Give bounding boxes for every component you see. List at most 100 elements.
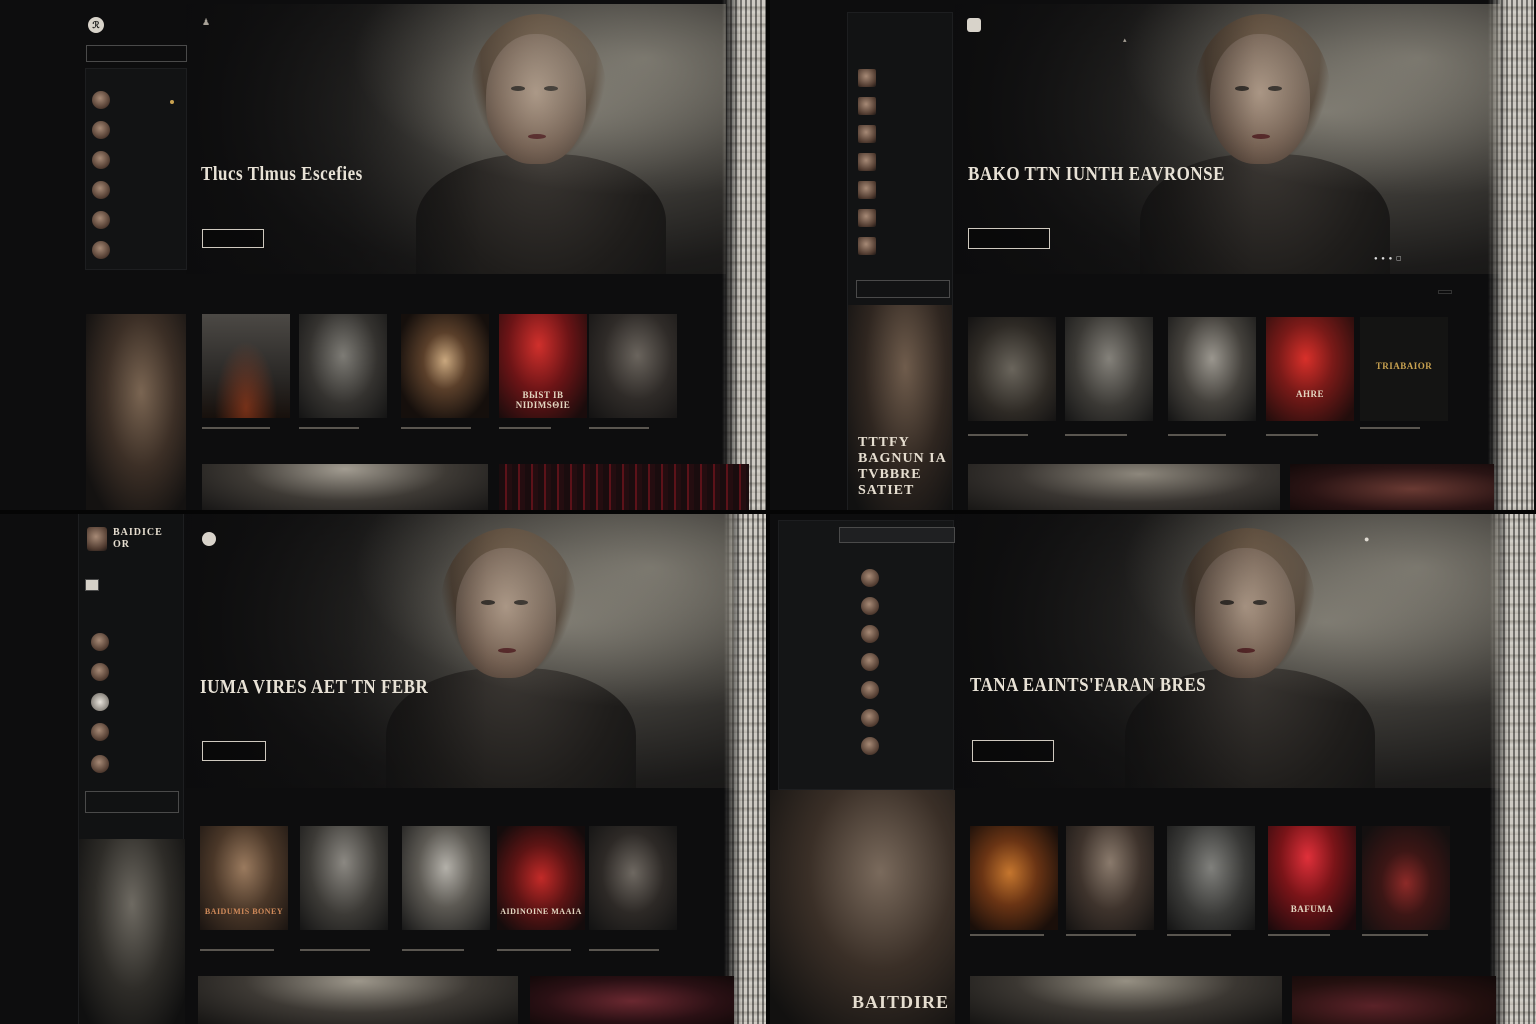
card-caption — [200, 949, 274, 951]
featured-banner[interactable] — [1290, 464, 1494, 512]
card-caption — [202, 427, 270, 429]
card-caption — [970, 934, 1044, 936]
brand-title: BAIDICE OR — [113, 527, 163, 550]
list-item[interactable] — [79, 691, 183, 713]
movie-card[interactable] — [1065, 317, 1153, 421]
brand-avatar — [87, 527, 107, 551]
movie-card[interactable] — [1167, 826, 1255, 930]
mockup-panel-1: ℛ ♟ Tlucs Tlmus Escefies BЫST IB NIDIMSΘ… — [0, 0, 768, 512]
movie-card[interactable] — [968, 317, 1056, 421]
avatar — [858, 125, 876, 143]
profile-button[interactable] — [85, 791, 179, 813]
featured-banner[interactable] — [530, 976, 734, 1024]
list-item[interactable] — [848, 95, 952, 117]
avatar — [861, 681, 879, 699]
list-item[interactable] — [86, 179, 186, 201]
list-item[interactable] — [86, 119, 186, 141]
hero-cta-button[interactable] — [202, 229, 264, 248]
carousel-dots[interactable]: ● ● ● ▢ — [1374, 255, 1403, 262]
movie-card[interactable] — [299, 314, 387, 418]
list-item[interactable] — [79, 753, 183, 775]
sidebar-list — [85, 68, 187, 270]
movie-card[interactable] — [202, 314, 290, 418]
movie-card[interactable]: BAIDUMIS BONEY — [200, 826, 288, 930]
card-caption — [968, 434, 1028, 436]
list-item[interactable] — [839, 679, 955, 701]
brand-logo-icon[interactable] — [967, 18, 981, 32]
list-item[interactable] — [848, 235, 952, 257]
avatar — [861, 625, 879, 643]
list-item[interactable] — [848, 151, 952, 173]
sidebar-button[interactable] — [856, 280, 950, 298]
menu-icon[interactable] — [85, 579, 99, 591]
movie-card[interactable] — [970, 826, 1058, 930]
movie-card[interactable] — [1168, 317, 1256, 421]
brush-stroke-edge — [722, 0, 768, 512]
movie-card[interactable]: AHRE — [1266, 317, 1354, 421]
see-all-button[interactable] — [1438, 290, 1452, 294]
movie-card[interactable] — [401, 314, 489, 418]
list-item[interactable] — [86, 149, 186, 171]
brand-logo-icon[interactable]: ℛ — [88, 17, 104, 33]
card-caption — [1066, 934, 1136, 936]
movie-card[interactable] — [300, 826, 388, 930]
list-item[interactable] — [848, 179, 952, 201]
avatar — [861, 653, 879, 671]
nav-icon[interactable]: ▴ — [1123, 36, 1128, 44]
movie-card[interactable] — [589, 826, 677, 930]
brand-logo-icon[interactable] — [202, 532, 216, 546]
list-item[interactable] — [79, 721, 183, 743]
movie-card[interactable]: BAFUMA — [1268, 826, 1356, 930]
brush-stroke-edge — [1490, 512, 1536, 1024]
hero-cta-button[interactable] — [968, 228, 1050, 249]
featured-banner[interactable] — [1292, 976, 1496, 1024]
list-item[interactable] — [839, 595, 955, 617]
sidebar-list: BAIDICE OR — [78, 512, 185, 1024]
side-feature-image[interactable] — [86, 314, 186, 510]
avatar — [858, 153, 876, 171]
featured-banner[interactable] — [970, 976, 1282, 1024]
hero-title: BAKO TTN IUNTH EAVRONSE — [968, 162, 1225, 185]
sidebar-poster[interactable] — [79, 839, 185, 1024]
movie-card[interactable]: TRIABAIOR — [1360, 317, 1448, 421]
list-item[interactable] — [848, 207, 952, 229]
sidebar-poster[interactable]: TTTFY BAGNUN IA TVBBRE SATIET — [848, 305, 952, 512]
hero-title: IUMA VIRES AET TN FEBR — [200, 675, 429, 698]
user-icon[interactable]: ♟ — [202, 17, 211, 28]
moodboard-grid: ℛ ♟ Tlucs Tlmus Escefies BЫST IB NIDIMSΘ… — [0, 0, 1536, 1024]
list-item[interactable] — [839, 651, 955, 673]
list-item[interactable] — [839, 735, 955, 757]
featured-banner[interactable] — [968, 464, 1280, 512]
mockup-panel-4: ● TANA EAINTS'FARAN BRES BAITDIRE BAFUMA — [768, 512, 1536, 1024]
list-item[interactable] — [839, 623, 955, 645]
movie-card[interactable] — [589, 314, 677, 418]
featured-banner[interactable] — [499, 464, 749, 512]
list-item[interactable] — [848, 123, 952, 145]
list-item[interactable] — [86, 89, 186, 111]
hero-cta-button[interactable] — [972, 740, 1054, 762]
movie-card[interactable] — [402, 826, 490, 930]
avatar — [861, 737, 879, 755]
list-item[interactable] — [86, 239, 186, 261]
side-feature-image[interactable]: BAITDIRE — [768, 790, 955, 1024]
movie-card[interactable] — [1066, 826, 1154, 930]
list-item[interactable] — [79, 631, 183, 653]
hero-banner — [186, 512, 734, 788]
list-item[interactable] — [839, 567, 955, 589]
list-item[interactable] — [79, 661, 183, 683]
search-input[interactable] — [86, 45, 187, 62]
movie-card[interactable] — [1362, 826, 1450, 930]
movie-card[interactable]: BЫST IB NIDIMSΘIE — [499, 314, 587, 418]
sidebar-list — [778, 520, 955, 790]
list-item[interactable] — [86, 209, 186, 231]
list-item[interactable] — [839, 707, 955, 729]
avatar — [92, 121, 110, 139]
avatar — [92, 151, 110, 169]
featured-banner[interactable] — [198, 976, 518, 1024]
movie-card[interactable]: AIDINOINE MAAIA — [497, 826, 585, 930]
featured-banner[interactable] — [202, 464, 488, 512]
top-tabs[interactable] — [839, 527, 955, 543]
list-item[interactable] — [848, 67, 952, 89]
user-icon[interactable]: ● — [1364, 534, 1370, 544]
hero-cta-button[interactable] — [202, 741, 266, 761]
